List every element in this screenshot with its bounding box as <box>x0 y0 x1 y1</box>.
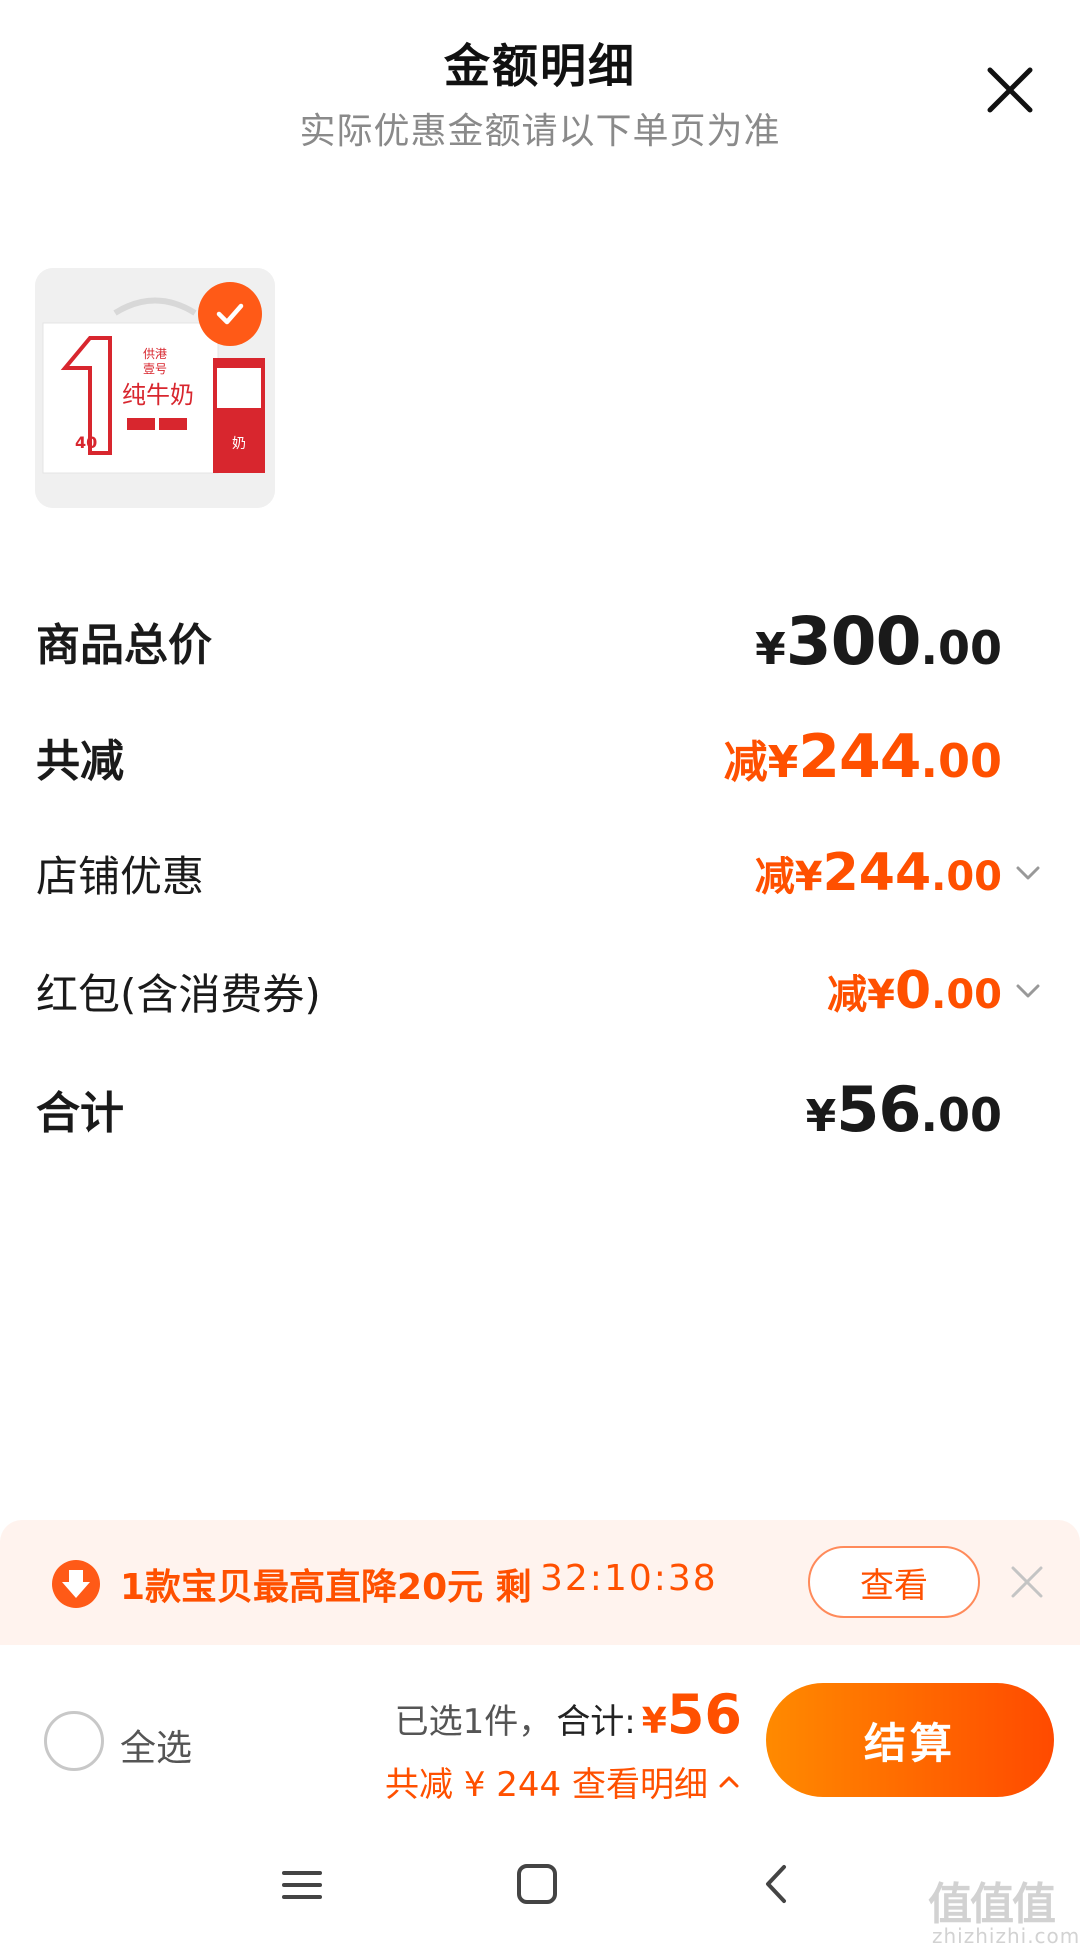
promo-timer: 32:10:38 <box>540 1558 718 1599</box>
checkout-sum-value: 56 <box>666 1683 742 1746</box>
total-discount-prefix: 减¥ <box>723 737 799 788</box>
promo-text: 1款宝贝最高直降20元 剩 <box>120 1567 532 1608</box>
view-details-link[interactable]: 共减 ¥ 244 查看明细 <box>385 1757 742 1806</box>
back-icon[interactable] <box>754 1861 800 1907</box>
total-price-decimal: .00 <box>920 620 1003 675</box>
red-packet-prefix: 减¥ <box>827 972 895 1018</box>
promo-view-button[interactable]: 查看 <box>808 1546 980 1618</box>
checkout-button[interactable]: 结算 <box>766 1683 1054 1797</box>
home-icon[interactable] <box>514 1861 560 1907</box>
svg-text:奶: 奶 <box>232 436 246 452</box>
watermark-logo: 值值值 <box>928 1879 1056 1930</box>
close-icon[interactable] <box>1005 1560 1049 1604</box>
total-discount-decimal: .00 <box>920 734 1003 788</box>
product-brand-line2: 壹号 <box>143 362 167 376</box>
checkout-bar: 全选 已选1件， 合计: ¥ 56 共减 ¥ 244 查看明细 结算 <box>0 1645 1080 1825</box>
discount-summary: 共减 ¥ 244 查看明细 <box>385 1765 708 1805</box>
red-packet-integer: 0 <box>894 961 932 1021</box>
selected-count: 已选1件， <box>394 1702 553 1742</box>
price-drop-icon <box>52 1560 100 1608</box>
sum-integer: 56 <box>836 1072 921 1146</box>
total-discount-amount: 减¥ 244 .00 <box>724 722 1002 792</box>
store-discount-row[interactable]: 店铺优惠 减¥ 244 .00 <box>36 828 1046 918</box>
sum-label: 合计 <box>36 1088 124 1139</box>
chevron-down-icon <box>1016 866 1040 880</box>
red-packet-decimal: .00 <box>931 972 1002 1018</box>
total-discount-row: 共减 减¥ 244 .00 <box>36 712 1046 802</box>
red-packet-amount: 减¥ 0 .00 <box>827 961 1002 1021</box>
red-packet-row[interactable]: 红包(含消费券) 减¥ 0 .00 <box>36 946 1046 1036</box>
total-discount-label: 共减 <box>36 736 124 787</box>
checkmark-icon <box>216 303 244 325</box>
close-button[interactable] <box>980 60 1040 120</box>
close-icon <box>987 67 1033 113</box>
chevron-down-icon <box>1016 984 1040 998</box>
product-name: 纯牛奶 <box>122 381 194 409</box>
total-price-amount: ¥ 300 .00 <box>755 603 1002 680</box>
checkout-sum-line: 已选1件， 合计: ¥ 56 <box>395 1683 742 1746</box>
store-discount-decimal: .00 <box>931 854 1002 900</box>
select-all-radio[interactable] <box>44 1711 104 1771</box>
product-badge-number: 40 <box>75 433 97 452</box>
red-packet-label: 红包(含消费券) <box>36 969 321 1019</box>
store-discount-amount: 减¥ 244 .00 <box>755 843 1002 903</box>
page-title: 金额明细 <box>444 39 636 93</box>
system-nav-bar <box>0 1825 1080 1959</box>
sum-symbol: ¥ <box>805 1090 837 1142</box>
checkout-sum-label: 合计: <box>556 1702 636 1742</box>
select-all-label[interactable]: 全选 <box>120 1719 192 1771</box>
store-discount-label: 店铺优惠 <box>36 851 205 901</box>
store-discount-expand[interactable] <box>1010 855 1046 891</box>
checkout-sum-symbol: ¥ <box>641 1701 667 1742</box>
total-price-integer: 300 <box>785 602 922 680</box>
sum-row: 合计 ¥ 56 .00 <box>36 1064 1046 1154</box>
menu-icon[interactable] <box>280 1863 324 1907</box>
sum-decimal: .00 <box>920 1087 1003 1142</box>
sum-amount: ¥ 56 .00 <box>806 1073 1002 1146</box>
page-subtitle: 实际优惠金额请以下单页为准 <box>299 111 781 152</box>
chevron-up-icon <box>719 1776 739 1787</box>
total-discount-integer: 244 <box>798 722 921 792</box>
promo-banner: 1款宝贝最高直降20元 剩 32:10:38 查看 <box>0 1520 1080 1645</box>
store-discount-prefix: 减¥ <box>754 854 823 900</box>
selected-check-badge[interactable] <box>198 282 262 346</box>
watermark-url: zhizhizhi.com <box>932 1924 1080 1948</box>
product-brand-line1: 供港 <box>143 347 167 361</box>
total-price-symbol: ¥ <box>755 623 786 675</box>
red-packet-expand[interactable] <box>1010 973 1046 1009</box>
total-price-label: 商品总价 <box>36 620 212 671</box>
total-price-row: 商品总价 ¥ 300 .00 <box>36 596 1046 686</box>
store-discount-integer: 244 <box>822 843 932 903</box>
